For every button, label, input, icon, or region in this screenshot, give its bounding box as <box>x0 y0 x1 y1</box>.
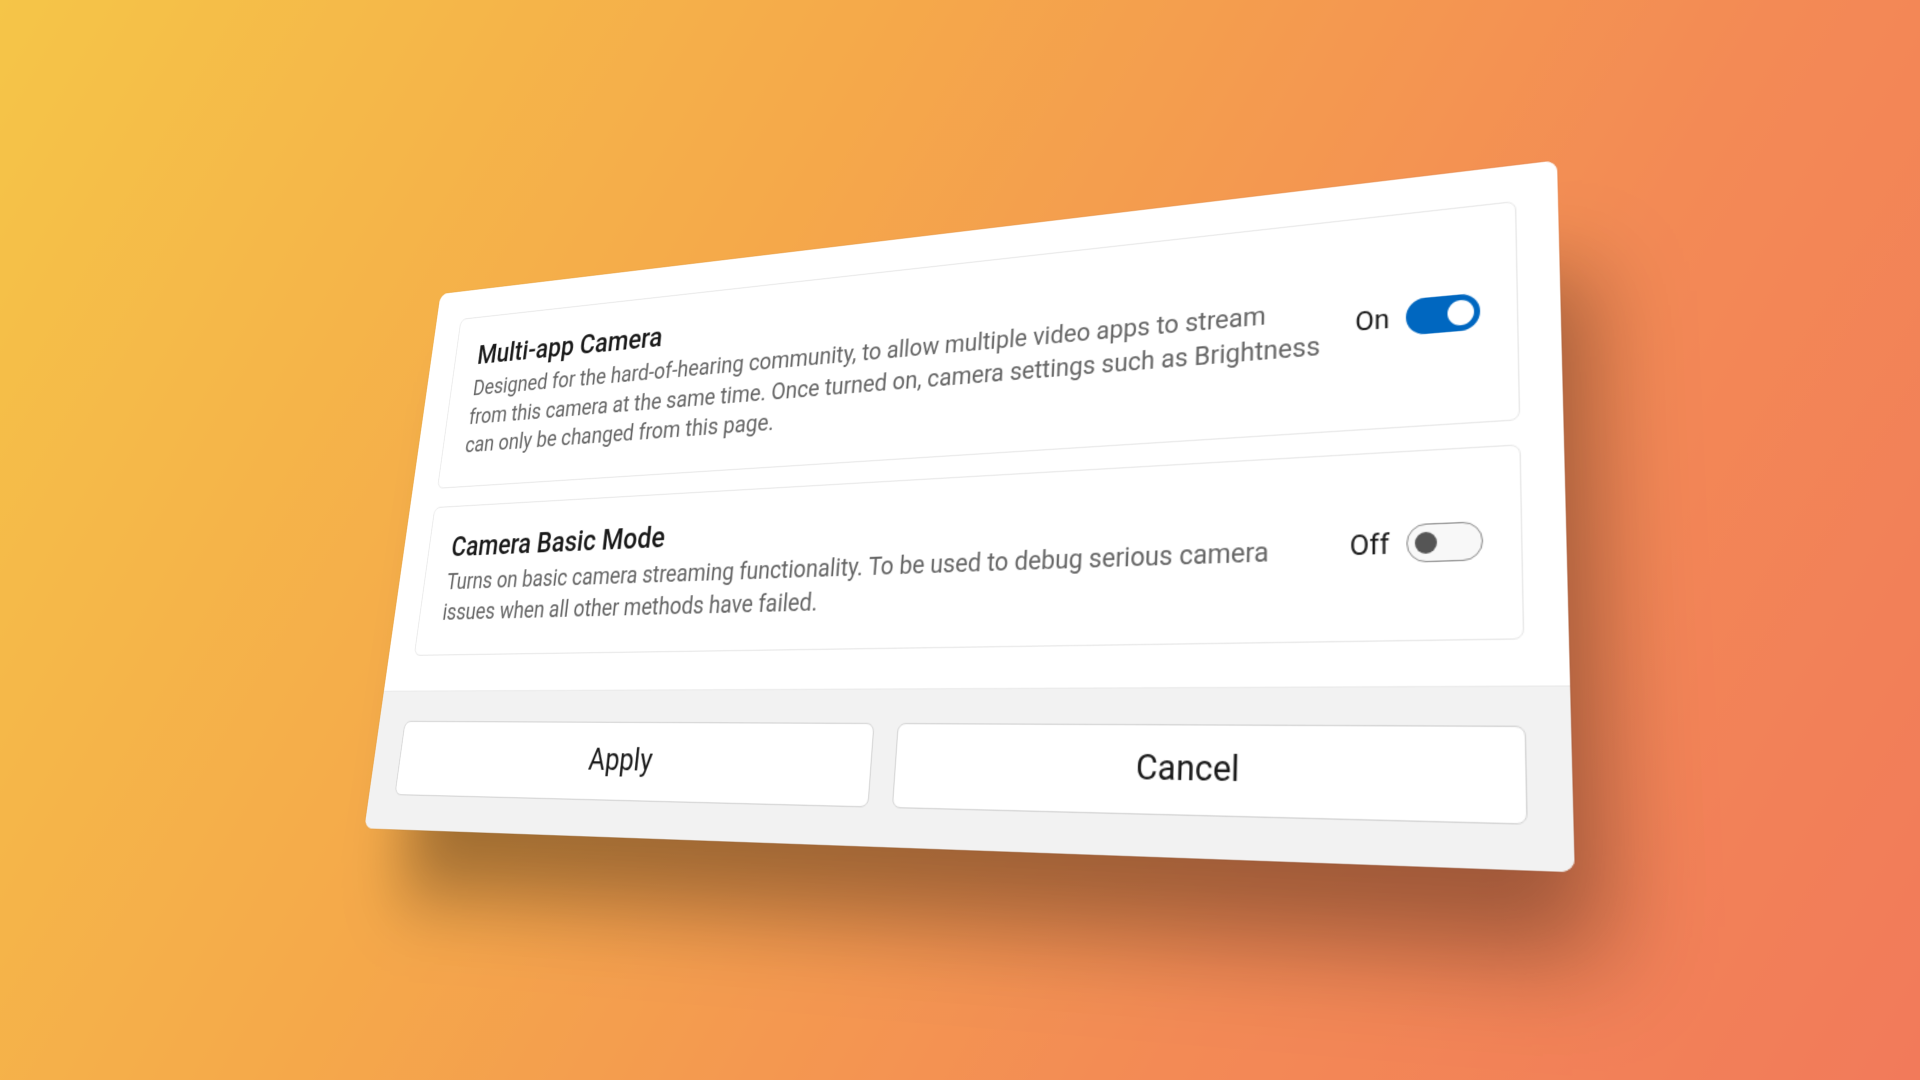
multi-app-camera-toggle[interactable] <box>1406 293 1480 336</box>
toggle-state-label: On <box>1355 303 1390 337</box>
settings-list: Multi-app Camera Designed for the hard-o… <box>384 160 1570 691</box>
apply-button[interactable]: Apply <box>394 721 874 808</box>
perspective-stage: Multi-app Camera Designed for the hard-o… <box>364 160 1574 872</box>
setting-text: Multi-app Camera Designed for the hard-o… <box>463 251 1323 460</box>
toggle-knob-icon <box>1447 299 1474 326</box>
toggle-knob-icon <box>1415 532 1437 555</box>
camera-basic-mode-toggle[interactable] <box>1406 521 1483 563</box>
cancel-button[interactable]: Cancel <box>892 723 1528 825</box>
setting-multi-app-camera: Multi-app Camera Designed for the hard-o… <box>437 201 1520 489</box>
dialog-footer: Apply Cancel <box>364 686 1574 873</box>
setting-text: Camera Basic Mode Turns on basic camera … <box>441 487 1318 628</box>
toggle-state-label: Off <box>1350 528 1390 563</box>
settings-panel: Multi-app Camera Designed for the hard-o… <box>364 160 1574 872</box>
toggle-group: Off <box>1350 521 1484 565</box>
toggle-group: On <box>1355 293 1480 340</box>
